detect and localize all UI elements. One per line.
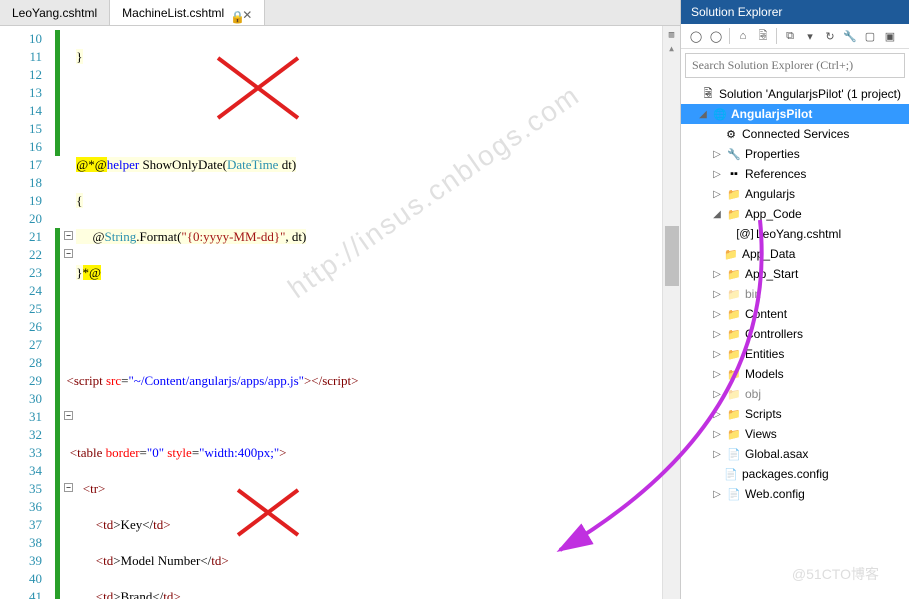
tree-item-content[interactable]: ▷📁Content: [681, 304, 909, 324]
tab-leoyang[interactable]: LeoYang.cshtml: [0, 0, 110, 25]
tree-item-global[interactable]: ▷📄Global.asax: [681, 444, 909, 464]
explorer-toolbar: ◯ ◯ ⌂ 🗟 ⧉ ▾ ↻ 🔧 ▢ ▣: [681, 24, 909, 49]
explorer-title: Solution Explorer: [681, 0, 909, 24]
lock-icon: 🔒: [230, 10, 236, 16]
tree-item-packages[interactable]: 📄packages.config: [681, 464, 909, 484]
show-all-icon[interactable]: ▾: [801, 27, 819, 45]
solution-node[interactable]: 🗟Solution 'AngularjsPilot' (1 project): [681, 84, 909, 104]
tree-item-bin[interactable]: ▷📁bin: [681, 284, 909, 304]
editor-body[interactable]: 1011121314151617181920212223242526272829…: [0, 26, 680, 599]
properties-icon[interactable]: 🔧: [841, 27, 859, 45]
tree-item-appdata[interactable]: 📁App_Data: [681, 244, 909, 264]
tree-item-properties[interactable]: ▷🔧Properties: [681, 144, 909, 164]
close-icon[interactable]: ✕: [242, 8, 252, 18]
forward-icon[interactable]: ◯: [707, 27, 725, 45]
sync-icon[interactable]: 🗟: [754, 27, 772, 45]
home-icon[interactable]: ⌂: [734, 27, 752, 45]
tree-item-obj[interactable]: ▷📁obj: [681, 384, 909, 404]
project-node[interactable]: ◢🌐AngularjsPilot: [681, 104, 909, 124]
tree-item-controllers[interactable]: ▷📁Controllers: [681, 324, 909, 344]
editor-pane: LeoYang.cshtml MachineList.cshtml🔒✕ 1011…: [0, 0, 681, 599]
tree-item-models[interactable]: ▷📁Models: [681, 364, 909, 384]
tree-item-views[interactable]: ▷📁Views: [681, 424, 909, 444]
tab-bar: LeoYang.cshtml MachineList.cshtml🔒✕: [0, 0, 680, 26]
watermark-corner: @51CTO博客: [792, 564, 879, 584]
tree-item-scripts[interactable]: ▷📁Scripts: [681, 404, 909, 424]
tree-item-appcode[interactable]: ◢📁App_Code: [681, 204, 909, 224]
back-icon[interactable]: ◯: [687, 27, 705, 45]
tree-item-entities[interactable]: ▷📁Entities: [681, 344, 909, 364]
tree-item-leoyang[interactable]: [@]LeoYang.cshtml: [681, 224, 909, 244]
tab-machinelist[interactable]: MachineList.cshtml🔒✕: [110, 0, 265, 25]
solution-tree[interactable]: 🗟Solution 'AngularjsPilot' (1 project) ◢…: [681, 82, 909, 599]
solution-explorer: Solution Explorer ◯ ◯ ⌂ 🗟 ⧉ ▾ ↻ 🔧 ▢ ▣ 🗟S…: [681, 0, 909, 599]
refresh-icon[interactable]: ↻: [821, 27, 839, 45]
explorer-search-input[interactable]: [685, 53, 905, 78]
tree-item-references[interactable]: ▷▪▪References: [681, 164, 909, 184]
tree-item-connected[interactable]: ⚙Connected Services: [681, 124, 909, 144]
tree-item-angularjs[interactable]: ▷📁Angularjs: [681, 184, 909, 204]
code-area[interactable]: } @*@helper ShowOnlyDate(DateTime dt) { …: [50, 26, 662, 599]
collapse-icon[interactable]: ⧉: [781, 27, 799, 45]
preview-icon[interactable]: ▢: [861, 27, 879, 45]
tree-item-appstart[interactable]: ▷📁App_Start: [681, 264, 909, 284]
preview2-icon[interactable]: ▣: [881, 27, 899, 45]
vertical-scrollbar[interactable]: ▥ ▲: [662, 26, 680, 599]
line-numbers: 1011121314151617181920212223242526272829…: [0, 26, 50, 599]
split-icon[interactable]: ▥: [663, 26, 680, 44]
tree-item-web[interactable]: ▷📄Web.config: [681, 484, 909, 504]
